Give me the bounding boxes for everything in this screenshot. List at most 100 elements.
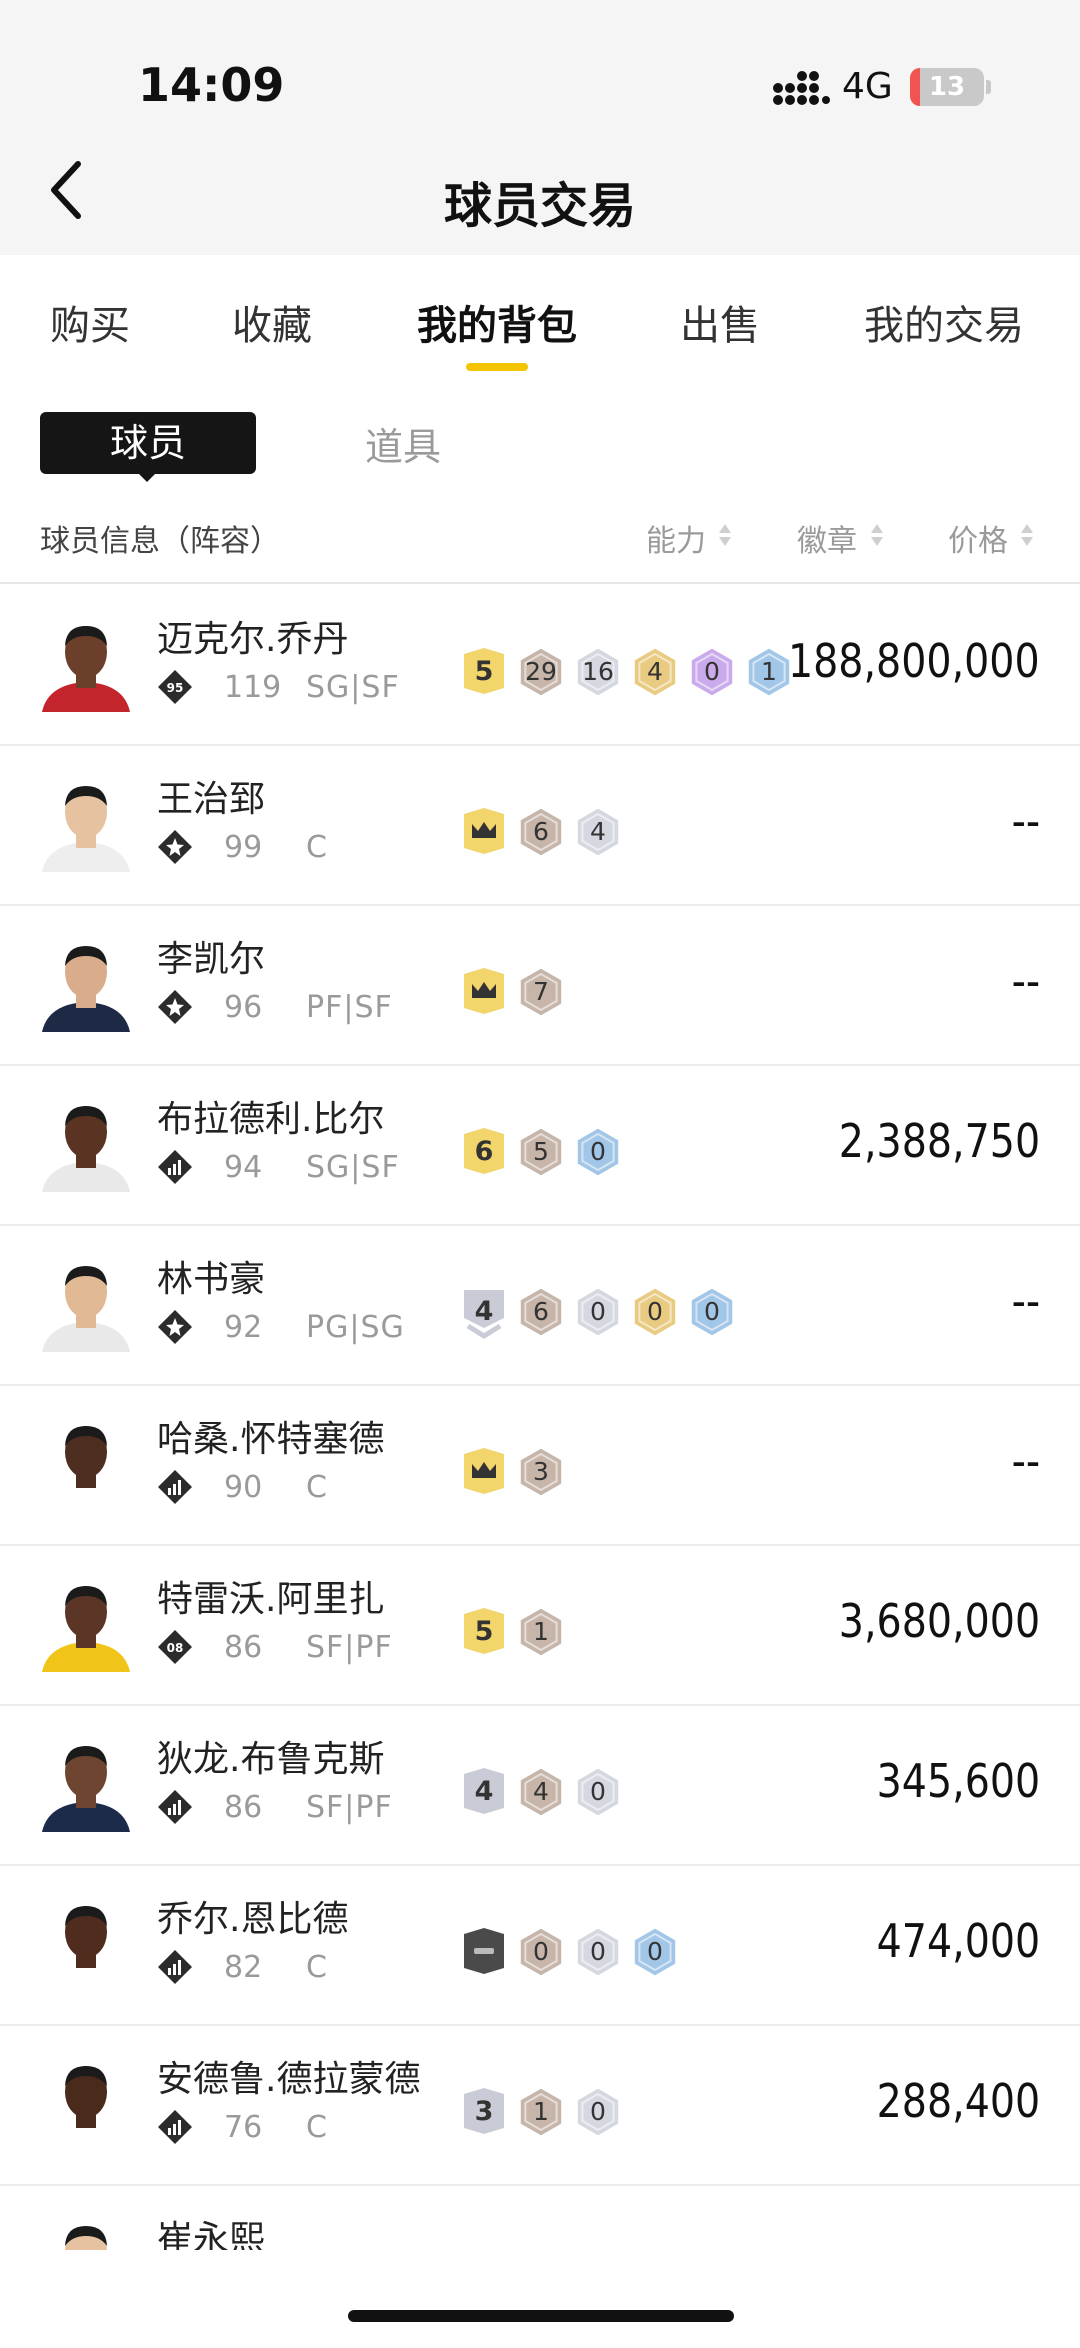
- player-position: PF|SF: [306, 990, 393, 1025]
- blue-badge: 0: [629, 1924, 681, 1980]
- player-ovr: 86: [224, 1790, 263, 1825]
- player-name: 狄龙.布鲁克斯: [157, 1739, 385, 1780]
- player-name: 安德鲁.德拉蒙德: [157, 2059, 421, 2100]
- header-ability[interactable]: 能力: [646, 516, 706, 560]
- player-position: C: [306, 1470, 328, 1505]
- svg-text:08: 08: [167, 1641, 184, 1655]
- svg-text:95: 95: [167, 681, 184, 695]
- badge-count: 5: [533, 1137, 549, 1166]
- tab-my-backpack[interactable]: 我的背包: [417, 293, 577, 351]
- tab-favorites[interactable]: 收藏: [232, 293, 312, 351]
- badge-count: 1: [533, 2097, 549, 2126]
- bars-rank-icon: [158, 1950, 192, 1984]
- badge-count: 4: [474, 1776, 494, 1807]
- badge-count: 0: [647, 1937, 663, 1966]
- silver-badge: 0: [572, 1764, 624, 1820]
- header-badge[interactable]: 徽章: [797, 516, 857, 560]
- rank-95-icon: 95: [158, 670, 192, 704]
- player-ovr: 86: [224, 1630, 263, 1665]
- badge-count: 0: [590, 1937, 606, 1966]
- player-row[interactable]: 布拉德利.比尔 94 SG|SF 6 5 0 2,388,750: [0, 1066, 1080, 1226]
- battery-icon: 13: [910, 68, 984, 106]
- player-position: SG|SF: [306, 670, 400, 705]
- player-avatar: [40, 614, 132, 712]
- silver-badge: 0: [572, 1924, 624, 1980]
- badge-count: 7: [533, 977, 549, 1006]
- silver-badge: 0: [572, 1284, 624, 1340]
- active-tab-indicator: [466, 363, 528, 371]
- badge-count: 4: [647, 657, 663, 686]
- tier-badge: 6: [458, 1124, 510, 1180]
- player-row[interactable]: 特雷沃.阿里扎 08 86 SF|PF 5 1 3,680,000: [0, 1546, 1080, 1706]
- badge-count: 0: [590, 1137, 606, 1166]
- player-position: C: [306, 2110, 328, 2145]
- badge-count: [458, 1444, 510, 1500]
- sort-price-icon[interactable]: [1020, 522, 1034, 548]
- silver-badge: 4: [572, 804, 624, 860]
- gold-badge: 0: [629, 1284, 681, 1340]
- player-row[interactable]: 安德鲁.德拉蒙德 76 C 3 1 0 288,400: [0, 2026, 1080, 2186]
- player-avatar: [40, 1734, 132, 1832]
- player-position: SF|PF: [306, 1630, 393, 1665]
- bronze-badge: 0: [515, 1924, 567, 1980]
- badge-count: 0: [704, 657, 720, 686]
- bronze-badge: 1: [515, 1604, 567, 1660]
- badge-count: 16: [582, 657, 614, 686]
- nav-bar: 球员交易: [0, 130, 1080, 255]
- player-ovr: 94: [224, 1150, 263, 1185]
- player-row[interactable]: 林书豪 92 PG|SG 4 6 0 0 0 --: [0, 1226, 1080, 1386]
- player-row[interactable]: 崔永熙: [0, 2186, 1080, 2250]
- player-list[interactable]: 迈克尔.乔丹 95 119 SG|SF 5 29 16 4 0 1 188,800,000 王治郅 99…: [0, 586, 1080, 2250]
- sort-ability-icon[interactable]: [718, 522, 732, 548]
- subtab-player[interactable]: 球员: [40, 412, 256, 474]
- player-avatar: [40, 2214, 132, 2250]
- blue-badge: 0: [572, 1124, 624, 1180]
- bronze-badge: 7: [515, 964, 567, 1020]
- header-price[interactable]: 价格: [948, 516, 1008, 560]
- player-avatar: [40, 1574, 132, 1672]
- player-ovr: 82: [224, 1950, 263, 1985]
- player-row[interactable]: 狄龙.布鲁克斯 86 SF|PF 4 4 0 345,600: [0, 1706, 1080, 1866]
- badge-count: [458, 804, 510, 860]
- bars-rank-icon: [158, 1790, 192, 1824]
- badge-count: 3: [474, 2096, 494, 2127]
- bronze-badge: 29: [515, 644, 567, 700]
- bronze-badge: 1: [515, 2084, 567, 2140]
- player-position: C: [306, 1950, 328, 1985]
- bronze-badge: 4: [515, 1764, 567, 1820]
- tab-sell[interactable]: 出售: [680, 293, 760, 351]
- subtab-item[interactable]: 道具: [365, 416, 441, 471]
- player-row[interactable]: 李凯尔 96 PF|SF 7 --: [0, 906, 1080, 1066]
- player-ovr: 99: [224, 830, 263, 865]
- player-name: 哈桑.怀特塞德: [157, 1419, 385, 1460]
- player-price: --: [1011, 954, 1040, 1008]
- bars-rank-icon: [158, 1470, 192, 1504]
- badge-count: 4: [533, 1777, 549, 1806]
- player-name: 布拉德利.比尔: [157, 1099, 385, 1140]
- player-row[interactable]: 哈桑.怀特塞德 90 C 3 --: [0, 1386, 1080, 1546]
- player-row[interactable]: 乔尔.恩比德 82 C 0 0 0 474,000: [0, 1866, 1080, 2026]
- player-price: --: [1011, 1274, 1040, 1328]
- tier-badge: 3: [458, 2084, 510, 2140]
- player-ovr: 119: [224, 670, 282, 705]
- header-player-info: 球员信息（阵容）: [40, 524, 280, 559]
- player-row[interactable]: 王治郅 99 C 6 4 --: [0, 746, 1080, 906]
- sort-badge-icon[interactable]: [870, 522, 884, 548]
- badge-count: 1: [533, 1617, 549, 1646]
- badge-count: 5: [474, 656, 494, 687]
- player-price: 3,680,000: [838, 1594, 1040, 1648]
- player-row[interactable]: 迈克尔.乔丹 95 119 SG|SF 5 29 16 4 0 1 188,800,000: [0, 586, 1080, 746]
- player-name: 乔尔.恩比德: [157, 1899, 349, 1940]
- player-ovr: 76: [224, 2110, 263, 2145]
- player-position: SF|PF: [306, 1790, 393, 1825]
- badge-count: 6: [533, 1297, 549, 1326]
- tab-buy[interactable]: 购买: [50, 293, 130, 351]
- battery-nub: [986, 80, 991, 94]
- bars-rank-icon: [158, 1150, 192, 1184]
- player-avatar: [40, 774, 132, 872]
- badge-count: 0: [590, 1297, 606, 1326]
- player-ovr: 90: [224, 1470, 263, 1505]
- player-name: 特雷沃.阿里扎: [157, 1579, 385, 1620]
- tab-my-trades[interactable]: 我的交易: [864, 293, 1024, 351]
- player-avatar: [40, 2054, 132, 2152]
